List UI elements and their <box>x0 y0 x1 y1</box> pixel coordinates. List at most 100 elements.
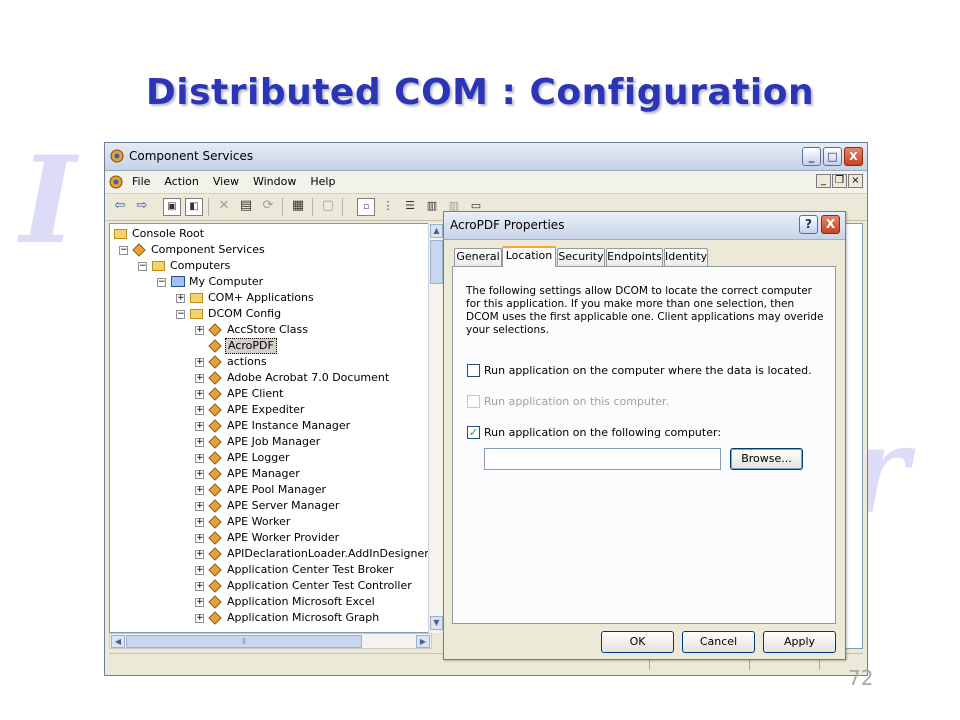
menu-window[interactable]: Window <box>253 175 296 188</box>
minimize-button[interactable]: _ <box>802 147 821 166</box>
tree-node[interactable]: + APE Manager <box>110 466 430 482</box>
show-hide-tree-icon[interactable]: ◧ <box>185 198 203 216</box>
tree-node[interactable]: + Adobe Acrobat 7.0 Document <box>110 370 430 386</box>
up-folder-icon[interactable]: ▣ <box>163 198 181 216</box>
expand-icon[interactable]: + <box>195 454 204 463</box>
tree-node[interactable]: + APE Instance Manager <box>110 418 430 434</box>
expand-icon[interactable]: + <box>195 534 204 543</box>
following-computer-checkbox[interactable]: ✓ <box>467 426 480 439</box>
tree-node[interactable]: Console Root <box>110 226 430 242</box>
back-arrow-icon[interactable]: ⇦ <box>111 198 129 216</box>
forward-arrow-icon[interactable]: ⇨ <box>133 198 151 216</box>
tree-horizontal-scrollbar[interactable]: ◀ ⦀ ▶ <box>109 633 432 649</box>
tree-node[interactable]: + APE Logger <box>110 450 430 466</box>
tree-node[interactable]: + APE Server Manager <box>110 498 430 514</box>
small-icons-view-icon[interactable]: ⋮ <box>379 198 397 216</box>
expand-icon[interactable]: + <box>195 374 204 383</box>
help-button[interactable]: ? <box>799 215 818 234</box>
computer-name-input[interactable] <box>484 448 721 470</box>
tree-node[interactable]: + AccStore Class <box>110 322 430 338</box>
detail-view-icon[interactable]: ▥ <box>423 198 441 216</box>
tab-location[interactable]: Location <box>502 246 556 267</box>
scroll-thumb[interactable]: ⦀ <box>126 635 362 648</box>
scroll-left-icon[interactable]: ◀ <box>111 635 125 648</box>
tree-node[interactable]: AcroPDF <box>110 338 430 354</box>
expand-icon[interactable]: + <box>195 422 204 431</box>
tree-node[interactable]: + actions <box>110 354 430 370</box>
tree-node[interactable]: + APE Worker Provider <box>110 530 430 546</box>
tree-node[interactable]: + APE Expediter <box>110 402 430 418</box>
window-titlebar[interactable]: Component Services _ □ X <box>105 143 867 171</box>
large-icons-view-icon[interactable]: ▫ <box>357 198 375 216</box>
tree-node[interactable]: − Component Services <box>110 242 430 258</box>
collapse-icon[interactable]: − <box>176 310 185 319</box>
close-button[interactable]: X <box>844 147 863 166</box>
location-tab-panel: The following settings allow DCOM to loc… <box>452 266 836 624</box>
dialog-titlebar[interactable]: AcroPDF Properties ? X <box>444 212 845 240</box>
browse-button[interactable]: Browse... <box>730 448 803 470</box>
menu-view[interactable]: View <box>213 175 239 188</box>
refresh-icon[interactable]: ⟳ <box>259 198 277 216</box>
menu-action[interactable]: Action <box>164 175 198 188</box>
tree-node[interactable]: + Application Center Test Controller <box>110 578 430 594</box>
maximize-button[interactable]: □ <box>823 147 842 166</box>
folder-icon <box>152 261 165 271</box>
expand-icon[interactable]: + <box>195 566 204 575</box>
tree-node[interactable]: + COM+ Applications <box>110 290 430 306</box>
expand-icon[interactable]: + <box>195 598 204 607</box>
tree-vertical-scrollbar[interactable]: ▲ ▼ <box>428 223 444 633</box>
expand-icon[interactable]: + <box>195 486 204 495</box>
tree-node[interactable]: + APE Client <box>110 386 430 402</box>
scroll-thumb[interactable] <box>430 240 443 284</box>
tree-node-label: APE Pool Manager <box>227 483 327 496</box>
tree-node[interactable]: − Computers <box>110 258 430 274</box>
expand-icon[interactable]: + <box>195 518 204 527</box>
properties-icon[interactable]: ▤ <box>237 198 255 216</box>
mdi-close-button[interactable]: × <box>848 174 863 188</box>
expand-icon[interactable]: + <box>176 294 185 303</box>
tab-general[interactable]: General <box>454 248 502 266</box>
data-location-checkbox[interactable] <box>467 364 480 377</box>
tree-node[interactable]: + APIDeclarationLoader.AddInDesigner <box>110 546 430 562</box>
tree-node[interactable]: + Application Microsoft Excel <box>110 594 430 610</box>
collapse-icon[interactable]: − <box>157 278 166 287</box>
new-icon[interactable]: ▢ <box>319 198 337 216</box>
expand-icon[interactable]: + <box>195 614 204 623</box>
expand-icon[interactable]: + <box>195 406 204 415</box>
collapse-icon[interactable]: − <box>119 246 128 255</box>
scroll-up-icon[interactable]: ▲ <box>430 224 443 238</box>
menu-help[interactable]: Help <box>310 175 335 188</box>
scroll-down-icon[interactable]: ▼ <box>430 616 443 630</box>
tree-node[interactable]: + APE Pool Manager <box>110 482 430 498</box>
expand-icon[interactable]: + <box>195 358 204 367</box>
expand-icon[interactable]: + <box>195 438 204 447</box>
ok-button[interactable]: OK <box>601 631 674 653</box>
tree-node[interactable]: − DCOM Config <box>110 306 430 322</box>
expand-icon[interactable]: + <box>195 582 204 591</box>
cancel-button[interactable]: Cancel <box>682 631 755 653</box>
delete-icon[interactable]: ✕ <box>215 198 233 216</box>
menu-file[interactable]: File <box>132 175 150 188</box>
dialog-close-button[interactable]: X <box>821 215 840 234</box>
mdi-minimize-button[interactable]: _ <box>816 174 831 188</box>
collapse-icon[interactable]: − <box>138 262 147 271</box>
tree-node[interactable]: + Application Microsoft Graph <box>110 610 430 626</box>
list-view-icon[interactable]: ☰ <box>401 198 419 216</box>
scroll-right-icon[interactable]: ▶ <box>416 635 430 648</box>
folder-icon <box>190 309 203 319</box>
tab-security[interactable]: Security <box>557 248 605 266</box>
tree-node[interactable]: + APE Worker <box>110 514 430 530</box>
mdi-restore-button[interactable]: ❐ <box>832 174 847 188</box>
expand-icon[interactable]: + <box>195 502 204 511</box>
tab-identity[interactable]: Identity <box>664 248 708 266</box>
tab-endpoints[interactable]: Endpoints <box>606 248 663 266</box>
tree-node[interactable]: + Application Center Test Broker <box>110 562 430 578</box>
tree-node[interactable]: + APE Job Manager <box>110 434 430 450</box>
help-icon[interactable]: ▦ <box>289 198 307 216</box>
apply-button[interactable]: Apply <box>763 631 836 653</box>
expand-icon[interactable]: + <box>195 470 204 479</box>
expand-icon[interactable]: + <box>195 326 204 335</box>
expand-icon[interactable]: + <box>195 390 204 399</box>
tree-node[interactable]: − My Computer <box>110 274 430 290</box>
expand-icon[interactable]: + <box>195 550 204 559</box>
